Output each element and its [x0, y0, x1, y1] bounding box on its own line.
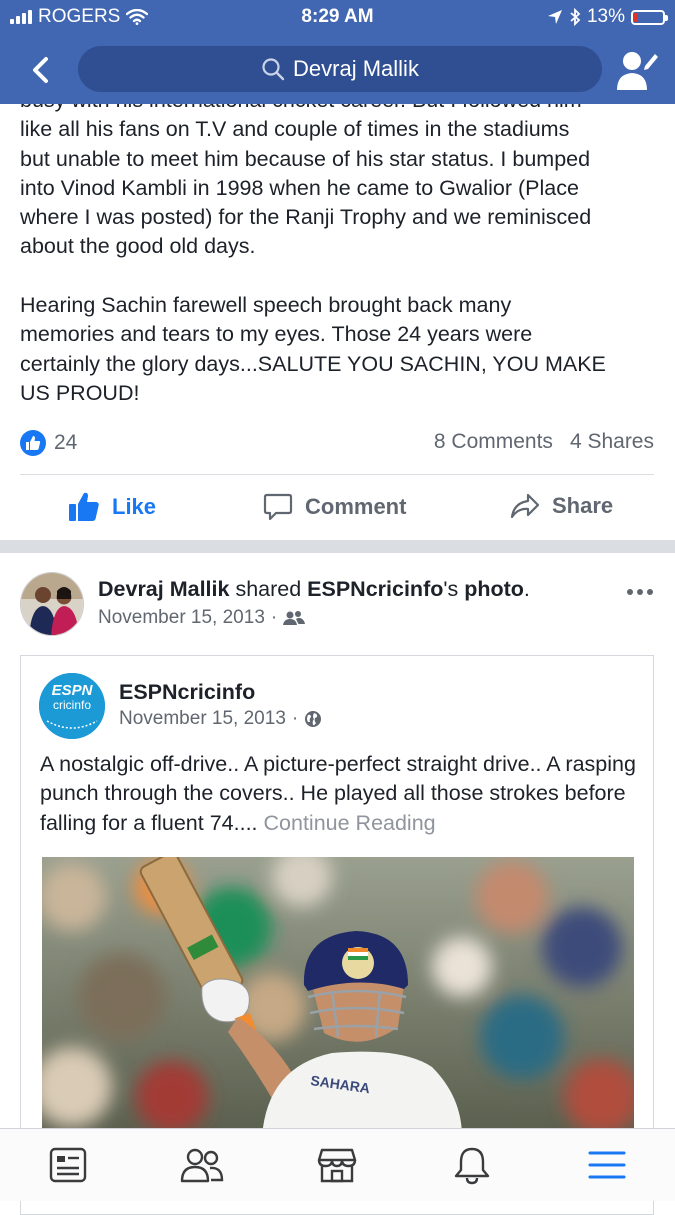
- nav-row: Devraj Mallik: [0, 42, 675, 98]
- more-options-button[interactable]: [627, 582, 657, 602]
- comment-label: Comment: [305, 494, 407, 519]
- meta-dot: ·: [291, 708, 299, 729]
- back-icon: [33, 57, 48, 83]
- back-button[interactable]: [20, 50, 60, 90]
- share-label: Share: [552, 493, 614, 518]
- bottom-tab-bar: [0, 1128, 675, 1201]
- like-label: Like: [112, 494, 157, 519]
- tab-news-feed[interactable]: [46, 1143, 90, 1187]
- like-count: 24: [54, 431, 78, 454]
- tab-menu[interactable]: [585, 1143, 629, 1187]
- location-arrow-icon: [547, 10, 562, 24]
- shared-post-meta: November 15, 2013 ·: [119, 708, 322, 730]
- post-actions: Like Comment Share: [0, 480, 675, 538]
- reactions-bar: 24 8 Comments 4 Shares: [20, 426, 654, 460]
- thumbs-up-icon: [69, 492, 99, 521]
- like-count-button[interactable]: 24: [20, 430, 77, 456]
- marketplace-icon: [317, 1148, 357, 1183]
- news-feed-icon: [49, 1147, 87, 1183]
- shared-post-text: A nostalgic off-drive.. A picture-perfec…: [40, 750, 640, 838]
- post-author-line: Devraj Mallik shared ESPNcricinfo's phot…: [98, 577, 530, 602]
- shared-post-date[interactable]: November 15, 2013: [119, 708, 286, 730]
- globe-icon: [305, 711, 322, 727]
- period: .: [523, 577, 530, 601]
- meta-dot: ·: [270, 607, 278, 628]
- post-meta: November 15, 2013 ·: [98, 607, 306, 629]
- share-button[interactable]: Share: [510, 492, 613, 520]
- share-icon: [510, 493, 540, 519]
- shares-count-link[interactable]: 4 Shares: [570, 430, 654, 454]
- logo-text-top: ESPN: [52, 682, 94, 699]
- shared-word: shared: [229, 577, 308, 601]
- shared-photo[interactable]: SAHARA: [42, 857, 634, 1137]
- friends-icon: [180, 1148, 224, 1183]
- search-input[interactable]: Devraj Mallik: [78, 46, 602, 92]
- post-date[interactable]: November 15, 2013: [98, 607, 265, 629]
- possessive: 's: [443, 577, 465, 601]
- divider: [20, 474, 654, 475]
- post-body-text: busy with his international cricket care…: [20, 86, 660, 438]
- notifications-icon: [454, 1147, 490, 1185]
- profile-edit-button[interactable]: [615, 46, 659, 92]
- comments-count-link[interactable]: 8 Comments: [434, 430, 553, 454]
- photo-link[interactable]: photo: [464, 577, 524, 601]
- espn-logo[interactable]: ESPN cricinfo: [39, 673, 105, 739]
- logo-text-bottom: cricinfo: [53, 698, 91, 712]
- post-paragraph: busy with his international cricket care…: [20, 88, 592, 259]
- avatar[interactable]: [20, 572, 84, 636]
- shared-page-name[interactable]: ESPNcricinfo: [119, 680, 255, 705]
- tab-notifications[interactable]: [450, 1143, 494, 1187]
- post-paragraph: Hearing Sachin farewell speech brought b…: [20, 293, 606, 405]
- battery-percent: 13%: [586, 6, 625, 27]
- app-header: ROGERS 8:29 AM 13% Devraj Mallik: [0, 0, 675, 104]
- source-page-link[interactable]: ESPNcricinfo: [307, 577, 443, 601]
- bluetooth-icon: [570, 8, 581, 26]
- menu-icon: [588, 1151, 626, 1179]
- author-name-link[interactable]: Devraj Mallik: [98, 577, 229, 601]
- friends-icon: [283, 611, 306, 625]
- tab-friends[interactable]: [180, 1143, 224, 1187]
- status-bar: ROGERS 8:29 AM 13%: [0, 0, 675, 34]
- like-button[interactable]: Like: [68, 492, 156, 522]
- comment-icon: [263, 493, 293, 521]
- search-query: Devraj Mallik: [293, 56, 419, 81]
- tab-marketplace[interactable]: [315, 1143, 359, 1187]
- continue-reading-link[interactable]: Continue Reading: [264, 811, 436, 835]
- search-icon: [262, 58, 285, 81]
- feed-separator: [0, 540, 675, 553]
- comment-button[interactable]: Comment: [263, 492, 406, 522]
- battery-icon: [631, 9, 668, 25]
- profile-edit-icon: [617, 52, 658, 90]
- like-reaction-icon: [20, 430, 46, 456]
